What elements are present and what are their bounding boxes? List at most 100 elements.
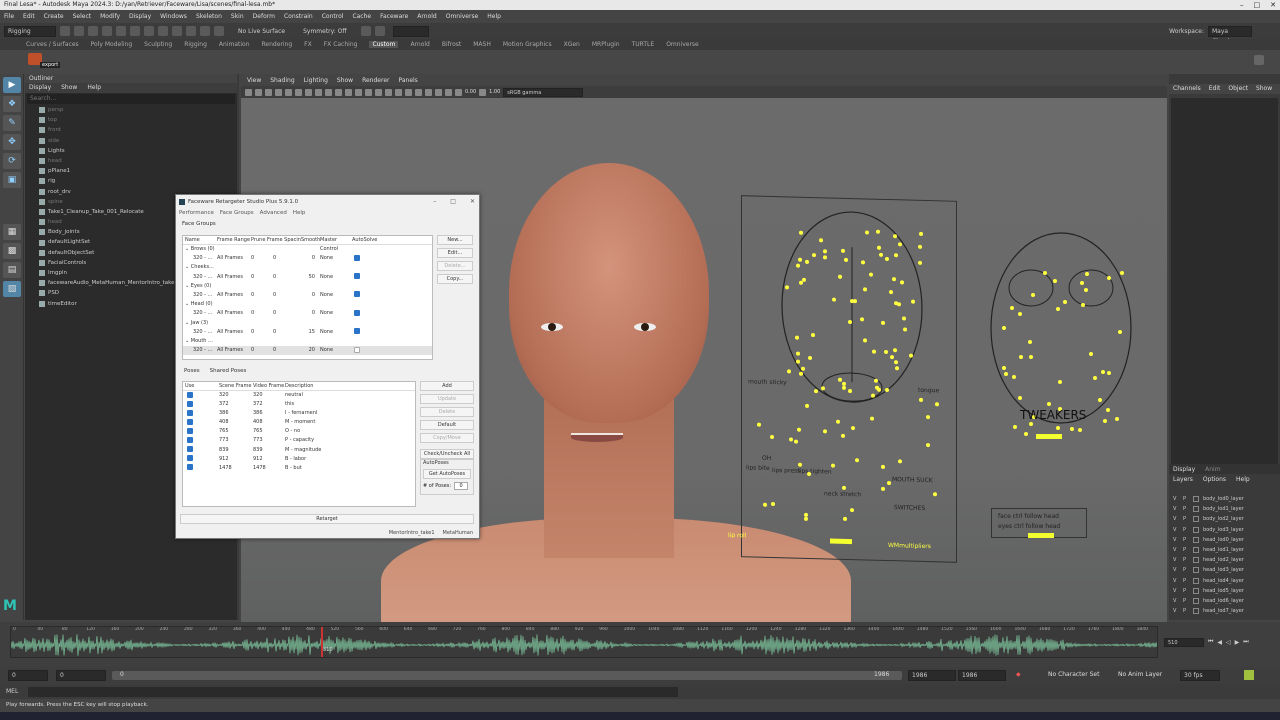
pose-use-checkbox[interactable] xyxy=(183,436,219,445)
layer-row[interactable]: V Phead_lod7_layer xyxy=(1169,606,1280,616)
rig-control-dot[interactable] xyxy=(842,385,847,390)
layer-visibility-toggle[interactable]: V xyxy=(1173,578,1179,584)
layer-color-swatch[interactable] xyxy=(1193,567,1199,574)
expand-chevron-icon[interactable]: ⌄ xyxy=(185,246,189,252)
rig-slider-bar[interactable] xyxy=(830,538,852,545)
poses-table[interactable]: Use Scene Frame Video Frame Description … xyxy=(182,381,416,507)
layer-menu-options[interactable]: Options xyxy=(1203,476,1226,483)
layer-visibility-toggle[interactable]: V xyxy=(1173,567,1179,573)
settings-gear-icon[interactable] xyxy=(1254,55,1264,65)
rig-control-dot[interactable] xyxy=(1017,311,1022,316)
layer-tab-display[interactable]: Display xyxy=(1173,466,1195,473)
layer-playback-toggle[interactable]: P xyxy=(1183,537,1189,543)
follow-slider[interactable] xyxy=(1028,533,1054,538)
copy-face-group-button[interactable]: Copy... xyxy=(437,274,473,284)
tweakers-slider[interactable] xyxy=(1036,434,1062,439)
rig-control-dot[interactable] xyxy=(805,403,810,408)
pose-row[interactable]: 372 372 this xyxy=(183,400,415,409)
layer-playback-toggle[interactable]: P xyxy=(1183,557,1189,563)
layer-menu-layers[interactable]: Layers xyxy=(1173,476,1193,483)
camera-icon[interactable] xyxy=(245,88,252,96)
mel-input[interactable] xyxy=(28,687,679,697)
time-slider[interactable]: 0 40 80 120 160 200 240 280 320 360 400 440 480 520 56… xyxy=(0,622,1280,667)
gamma-value[interactable]: 1.00 xyxy=(489,89,500,95)
rig-control-dot[interactable] xyxy=(789,437,794,442)
layout-icon[interactable]: ▧ xyxy=(3,281,21,297)
layer-color-swatch[interactable] xyxy=(1193,506,1199,513)
rig-control-dot[interactable] xyxy=(820,386,825,391)
rig-control-dot[interactable] xyxy=(935,402,940,407)
layer-playback-toggle[interactable]: P xyxy=(1183,588,1189,594)
dialog-maximize-icon[interactable]: □ xyxy=(450,195,456,209)
range-frames[interactable]: All Frames xyxy=(217,254,251,263)
camera-attr-icon[interactable] xyxy=(255,88,262,96)
safe-action-icon[interactable] xyxy=(335,88,342,96)
range-smooth[interactable]: 0 xyxy=(301,291,318,300)
rig-control-dot[interactable] xyxy=(893,252,898,258)
shelf-tab-mash[interactable]: MASH xyxy=(473,41,491,48)
rig-control-dot[interactable] xyxy=(1080,280,1085,285)
symmetry-dropdown[interactable]: Symmetry: Off xyxy=(303,28,346,35)
minimize-icon[interactable]: – xyxy=(1240,1,1244,9)
rig-control-dot[interactable] xyxy=(1083,287,1088,292)
rig-control-dot[interactable] xyxy=(863,287,868,292)
new-scene-icon[interactable] xyxy=(60,26,70,36)
menu-omniverse[interactable]: Omniverse xyxy=(446,10,479,23)
dialog-minimize-icon[interactable]: – xyxy=(433,195,436,209)
rig-control-dot[interactable] xyxy=(883,349,888,354)
pose-row[interactable]: 408 408 M - moment xyxy=(183,418,415,427)
snap-surface-icon[interactable] xyxy=(214,26,224,36)
cb-menu-channels[interactable]: Channels xyxy=(1173,84,1201,94)
rig-control-dot[interactable] xyxy=(932,491,937,497)
col-scene-frame[interactable]: Scene Frame xyxy=(219,382,253,390)
layer-playback-toggle[interactable]: P xyxy=(1183,547,1189,553)
face-group-range-row[interactable]: 320 - ... All Frames 0 0 0 None xyxy=(183,309,432,318)
face-control-board[interactable]: mouth sticky OH lips bite lips press lip… xyxy=(728,195,957,563)
rig-control-dot[interactable] xyxy=(796,427,801,432)
rig-control-dot[interactable] xyxy=(837,377,842,382)
layer-color-swatch[interactable] xyxy=(1193,587,1199,594)
pose-row[interactable]: 839 839 M - magnitude xyxy=(183,446,415,455)
save-scene-icon[interactable] xyxy=(88,26,98,36)
face-group-row[interactable]: ⌄ Brows (0) xyxy=(183,245,432,254)
rig-control-dot[interactable] xyxy=(851,425,856,430)
start-frame-field[interactable]: 0 xyxy=(8,670,48,681)
range-master[interactable]: None xyxy=(318,346,352,355)
face-group-row[interactable]: ⌄ Cheeks... xyxy=(183,263,432,272)
rig-control-dot[interactable] xyxy=(876,245,881,251)
face-group-row[interactable]: ⌄ Mouth ... xyxy=(183,337,432,346)
menu-display[interactable]: Display xyxy=(129,10,151,23)
rig-control-dot[interactable] xyxy=(823,249,828,254)
smooth-shade-icon[interactable] xyxy=(355,88,362,96)
range-spacing[interactable]: 0 xyxy=(267,291,301,300)
image-plane-icon[interactable] xyxy=(275,88,282,96)
rig-control-dot[interactable] xyxy=(1069,426,1074,431)
rig-control-dot[interactable] xyxy=(797,462,802,467)
rig-control-dot[interactable] xyxy=(855,457,860,462)
tab-shared-poses[interactable]: Shared Poses xyxy=(210,368,247,374)
expand-chevron-icon[interactable]: ⌄ xyxy=(185,283,189,289)
expand-chevron-icon[interactable]: ⌄ xyxy=(185,264,189,270)
range-spacing[interactable]: 0 xyxy=(267,328,301,337)
xray-joints-icon[interactable] xyxy=(435,88,442,96)
range-master[interactable]: None xyxy=(318,309,352,318)
layer-playback-toggle[interactable]: P xyxy=(1183,608,1189,614)
face-group-range-row[interactable]: 320 - ... All Frames 0 0 0 None xyxy=(183,291,432,300)
menu-set-dropdown[interactable]: Rigging xyxy=(4,25,56,37)
single-pane-icon[interactable]: ▦ xyxy=(3,224,21,240)
rig-control-dot[interactable] xyxy=(770,435,775,440)
shelf-tab-curves[interactable]: Curves / Surfaces xyxy=(26,41,79,48)
rig-control-dot[interactable] xyxy=(1058,379,1063,384)
rig-control-dot[interactable] xyxy=(884,257,889,262)
wireframe-icon[interactable] xyxy=(345,88,352,96)
range-prune[interactable]: 0 xyxy=(251,291,267,300)
autosolve-checkbox[interactable] xyxy=(352,254,382,263)
snap-point-icon[interactable] xyxy=(200,26,210,36)
menu-modify[interactable]: Modify xyxy=(100,10,120,23)
layer-color-swatch[interactable] xyxy=(1193,526,1199,533)
dlg-menu-advanced[interactable]: Advanced xyxy=(260,209,287,218)
layer-row[interactable]: V Pbody_lod2_layer xyxy=(1169,514,1280,524)
layer-color-swatch[interactable] xyxy=(1193,557,1199,564)
outliner-item[interactable]: side xyxy=(25,136,237,146)
color-space-dropdown[interactable]: sRGB gamma xyxy=(503,87,584,97)
